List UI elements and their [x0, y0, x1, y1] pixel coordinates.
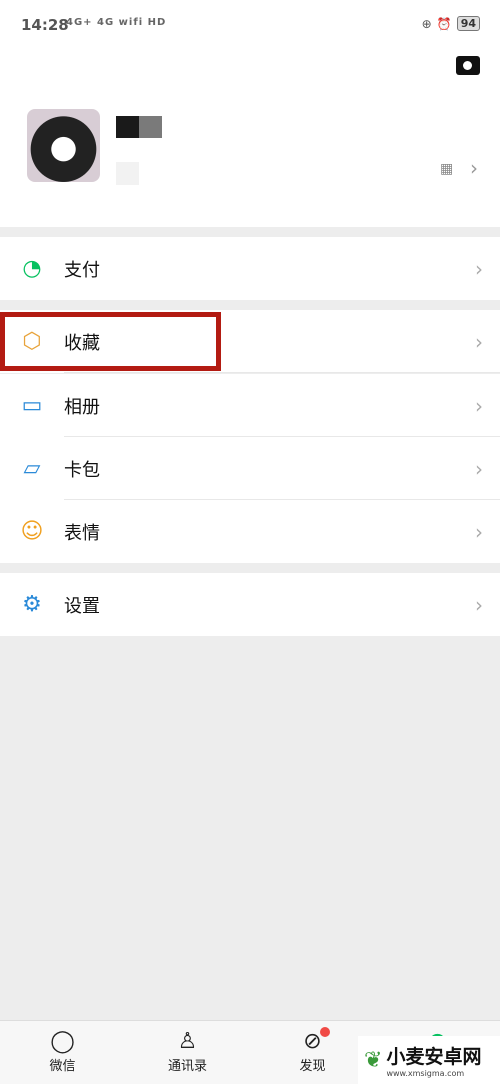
- tab-chats[interactable]: ◯ 微信: [0, 1021, 125, 1084]
- image-icon: ▭: [21, 393, 43, 418]
- chat-bubble-icon: ◯: [50, 1029, 75, 1054]
- smile-icon: ☺: [20, 519, 44, 544]
- menu-label: 表情: [64, 522, 100, 544]
- menu-label: 支付: [64, 259, 100, 281]
- clock: 14:28: [21, 16, 69, 34]
- highlight-box: [0, 312, 221, 371]
- battery-level: 94: [456, 16, 480, 31]
- watermark: ❦ 小麦安卓网 www.xmsigma.com: [358, 1036, 500, 1084]
- notification-dot: [319, 1027, 330, 1037]
- menu-item-album[interactable]: ▭ 相册 ›: [0, 374, 500, 437]
- alarm-icon: ⏰: [436, 16, 452, 31]
- gear-icon: ⚙: [22, 592, 42, 617]
- qr-code-icon[interactable]: ▦: [440, 161, 453, 177]
- status-bar: 14:28 4G+ 4G wifi HD ⊕ ⏰ 94: [0, 0, 500, 50]
- chevron-right-icon: ›: [475, 456, 483, 481]
- menu-label: 相册: [64, 396, 100, 418]
- camera-icon[interactable]: [456, 56, 480, 75]
- rotation-lock-icon: ⊕: [421, 16, 432, 31]
- chevron-right-icon: ›: [475, 592, 483, 617]
- tab-discover[interactable]: ⊘ 发现: [250, 1021, 375, 1084]
- tab-label: 微信: [49, 1059, 76, 1074]
- chevron-right-icon: ›: [475, 519, 483, 544]
- menu-label: 卡包: [64, 459, 100, 481]
- menu-item-settings[interactable]: ⚙ 设置 ›: [0, 573, 500, 636]
- menu-item-pay[interactable]: ◔ 支付 ›: [0, 237, 500, 300]
- chevron-right-icon: ›: [475, 329, 483, 354]
- tab-label: 通讯录: [167, 1059, 207, 1074]
- profile-header: ▦ ›: [0, 50, 500, 227]
- menu-label: 设置: [64, 595, 100, 617]
- avatar[interactable]: [27, 109, 100, 182]
- tab-contacts[interactable]: ♙ 通讯录: [125, 1021, 250, 1084]
- watermark-title: 小麦安卓网: [386, 1046, 482, 1068]
- menu-item-stickers[interactable]: ☺ 表情 ›: [0, 500, 500, 563]
- compass-icon: ⊘: [303, 1027, 330, 1055]
- wheat-logo-icon: ❦: [364, 1047, 383, 1073]
- chevron-right-icon: ›: [475, 393, 483, 418]
- contacts-icon: ♙: [177, 1029, 198, 1054]
- chevron-right-icon[interactable]: ›: [470, 156, 478, 180]
- tab-label: 发现: [299, 1059, 326, 1074]
- menu-item-cards[interactable]: ▱ 卡包 ›: [0, 437, 500, 500]
- signal-indicators: 4G+ 4G wifi HD: [66, 17, 167, 28]
- wechat-id-redacted: [116, 162, 139, 185]
- watermark-url: www.xmsigma.com: [386, 1069, 465, 1078]
- chevron-right-icon: ›: [475, 256, 483, 281]
- card-icon: ▱: [23, 456, 41, 481]
- wallet-check-icon: ◔: [22, 256, 42, 281]
- nickname-redacted: [116, 116, 162, 138]
